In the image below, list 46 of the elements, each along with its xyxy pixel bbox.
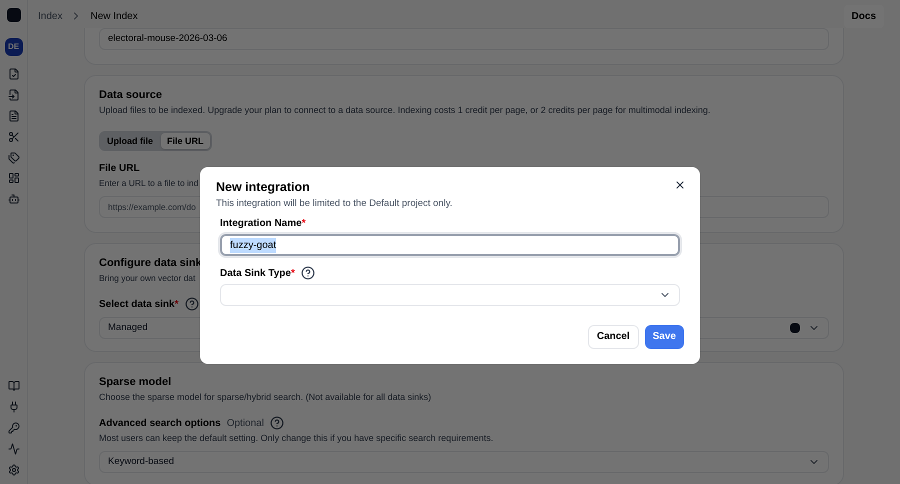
key-icon[interactable] xyxy=(8,422,20,434)
scissors-icon[interactable] xyxy=(8,131,20,143)
field-label: Select data sink* xyxy=(99,298,178,312)
field-label: File URL xyxy=(99,162,141,175)
field-label: Integration Name* xyxy=(220,216,306,230)
tab[interactable]: Upload file xyxy=(101,133,160,149)
layout-icon[interactable] xyxy=(8,172,20,184)
tab[interactable]: File URL xyxy=(161,133,210,149)
required-mark: * xyxy=(302,218,306,228)
app-logo[interactable] xyxy=(6,8,20,22)
field-label: Advanced search options xyxy=(99,416,221,430)
optional-tag: Optional xyxy=(226,416,264,430)
plug-icon[interactable] xyxy=(8,401,20,413)
close-icon[interactable] xyxy=(674,179,686,191)
bot-icon[interactable] xyxy=(8,193,20,205)
section-title: Data source xyxy=(99,88,163,102)
section-title: Configure data sink xyxy=(99,256,203,270)
select-field[interactable] xyxy=(220,284,680,306)
breadcrumb-link[interactable]: New Index xyxy=(90,8,138,24)
breadcrumb-link[interactable]: Index xyxy=(38,8,62,24)
book-icon[interactable] xyxy=(8,380,20,392)
file-check-icon[interactable] xyxy=(8,68,20,80)
sink-logo-icon xyxy=(790,323,800,333)
save-button[interactable]: Save xyxy=(644,325,684,349)
required-mark: * xyxy=(174,298,178,310)
help-icon[interactable] xyxy=(300,266,315,280)
required-mark: * xyxy=(290,268,295,278)
dialog-subtitle: This integration will be limited to the Default project only. xyxy=(216,197,452,210)
index-name-field[interactable]: electoral-mouse-2026-03-06 xyxy=(99,28,829,50)
document-icon[interactable] xyxy=(8,110,20,122)
select-field[interactable]: Keyword-based xyxy=(99,451,829,473)
name-input-field[interactable]: fuzzy-goat xyxy=(220,234,680,256)
field-label: Data Sink Type* xyxy=(220,266,295,280)
dialog-title: New integration xyxy=(216,179,310,195)
user-avatar[interactable]: DE xyxy=(4,38,22,56)
section-description: Upload files to be indexed. Upgrade your plan to connect to a data source. Indexing costs 1 credit per page, or 2 credits per page for multimodal indexing. xyxy=(99,104,712,117)
field-description: Enter a URL to a file to ind xyxy=(99,177,198,190)
tags-icon[interactable] xyxy=(8,152,20,164)
section-description: Bring your own vector dat xyxy=(99,272,196,285)
cancel-button[interactable]: Cancel xyxy=(588,325,639,349)
section-description: Choose the sparse model for sparse/hybrid search. (Not available for all data sinks) xyxy=(99,391,432,404)
field-description: Most users can keep the default setting. Only change this if you have specific search requirements. xyxy=(99,432,494,445)
section-title: Sparse model xyxy=(99,375,172,389)
activity-icon[interactable] xyxy=(8,443,20,455)
file-import-icon[interactable] xyxy=(8,89,20,101)
settings-icon[interactable] xyxy=(8,464,20,476)
